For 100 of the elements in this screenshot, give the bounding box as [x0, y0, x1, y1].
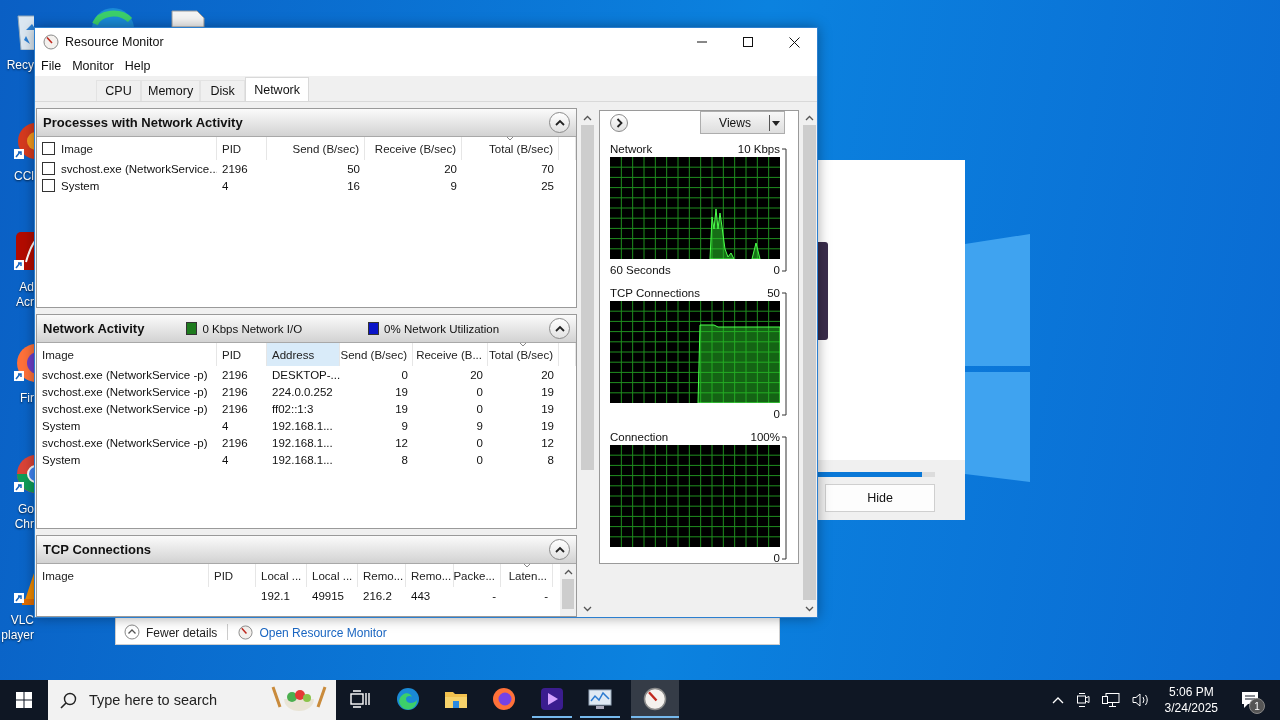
table-cell-text: 8	[400, 452, 409, 468]
table-cell-text: 443	[410, 588, 432, 604]
icon-label: VLC	[10, 613, 34, 628]
window-title: Resource Monitor	[65, 35, 165, 49]
scale-max-label: 10 Kbps	[737, 143, 780, 155]
chevron-up-icon	[554, 546, 565, 553]
table-cell-text: 2196	[221, 367, 249, 383]
scrollbar[interactable]	[801, 110, 817, 617]
table-cell-text: 20	[443, 161, 458, 177]
fewer-details-link[interactable]: Fewer details	[146, 626, 218, 640]
collapse-button[interactable]	[549, 318, 570, 339]
icon-label: CCl	[14, 169, 34, 184]
table-cell-text: 19	[540, 384, 555, 400]
tab[interactable]: Memory	[141, 80, 201, 101]
collapse-button[interactable]	[549, 112, 570, 133]
column-header[interactable]: Packe...	[454, 564, 501, 587]
collapse-button[interactable]	[549, 539, 570, 560]
chevron-up-icon	[1051, 696, 1064, 704]
panel-header[interactable]: Processes with Network Activity	[37, 109, 576, 137]
table-cell-text: System	[41, 418, 82, 434]
menu-item[interactable]: Help	[120, 59, 158, 73]
browser-icon	[396, 687, 420, 711]
table-cell-text: 2196	[221, 161, 249, 177]
checkbox[interactable]	[42, 179, 55, 192]
scale-min-label: 0	[773, 551, 780, 564]
table-cell-text: 192.168.1...	[271, 435, 334, 451]
table-cell-text: 2196	[221, 384, 249, 400]
hide-button[interactable]: Hide	[825, 484, 935, 512]
maximize-icon	[743, 37, 753, 47]
panel-title: TCP Connections	[43, 542, 152, 557]
table-cell-text: 9	[475, 418, 484, 434]
panel-title: Processes with Network Activity	[43, 115, 243, 130]
time-span-label: 60 Seconds	[610, 263, 671, 276]
table-cell-text: 0	[475, 452, 484, 468]
table-cell-text: 12	[540, 435, 555, 451]
gauge-icon	[238, 625, 254, 640]
icon-label: Recy	[6, 58, 34, 73]
column-header[interactable]: Address	[267, 343, 340, 366]
table-cell-text: -	[543, 588, 549, 604]
table-cell-text: svchost.exe (NetworkService -p)	[41, 384, 209, 400]
gauge-icon	[643, 687, 667, 711]
scroll-up-icon[interactable]	[563, 568, 573, 577]
folder-icon	[444, 689, 468, 709]
table-cell-text: 9	[400, 418, 409, 434]
scale-min-label: 0	[773, 407, 780, 420]
table-cell-text: svchost.exe (NetworkService -p)	[41, 435, 209, 451]
scroll-down-icon[interactable]	[582, 604, 592, 613]
scroll-up-icon[interactable]	[804, 114, 814, 123]
monitor-icon	[587, 687, 613, 711]
table-cell-text: 16	[346, 178, 361, 194]
video-app-icon	[540, 687, 564, 711]
table-cell: svchost.exe (NetworkService...	[61, 162, 217, 175]
icon-label: player	[1, 628, 34, 643]
taskbar-app[interactable]	[631, 680, 679, 720]
scale-min-label: 0	[773, 263, 780, 276]
table-cell-text: 49915	[311, 588, 345, 604]
icon-label: Ad	[19, 280, 34, 295]
table-cell-text: 19	[394, 384, 409, 400]
tab[interactable]: Disk	[200, 80, 246, 101]
tab[interactable]: CPU	[96, 80, 141, 101]
shortcut-icon[interactable]	[14, 232, 34, 272]
table-cell-text: System	[41, 452, 82, 468]
column-header[interactable]: Send (B/sec)	[340, 343, 413, 366]
panel-header[interactable]: TCP Connections	[37, 536, 576, 564]
scroll-down-icon[interactable]	[804, 604, 814, 613]
notifications-button[interactable]: 1	[1230, 680, 1270, 720]
open-resource-monitor-link[interactable]: Open Resource Monitor	[259, 626, 387, 640]
search-bar[interactable]: Type here to search	[48, 680, 336, 720]
graph-title: Network	[610, 143, 653, 155]
search-icon	[60, 691, 77, 709]
table-cell-text: 20	[469, 367, 484, 383]
search-field[interactable]: Type here to search	[87, 691, 258, 709]
table-cell-text: 19	[540, 401, 555, 417]
icon-label: Acr	[16, 295, 34, 310]
scrollbar[interactable]	[560, 564, 576, 616]
collapse-circle-icon[interactable]	[124, 624, 140, 640]
scale-max-label: 100%	[750, 431, 780, 443]
table-cell-text: 4	[221, 452, 230, 468]
column-header[interactable]: Total (B/sec)	[488, 343, 559, 366]
scroll-up-icon[interactable]	[582, 114, 592, 123]
table-cell-text: -	[491, 588, 497, 604]
menu-item[interactable]: Monitor	[68, 59, 121, 73]
table-cell-text: ff02::1:3	[271, 401, 315, 417]
chevron-right-icon	[615, 117, 623, 128]
graph-title: TCP Connections	[610, 287, 700, 299]
expand-button[interactable]	[610, 113, 628, 132]
menu-item[interactable]: File	[37, 59, 69, 73]
graph-title: Connection	[610, 431, 669, 443]
checkbox[interactable]	[42, 162, 55, 175]
chevron-up-icon	[554, 325, 565, 332]
clock[interactable]: 5:06 PM 3/24/2025	[1158, 684, 1224, 716]
task-view-icon	[350, 690, 370, 708]
views-button[interactable]: Views	[700, 111, 785, 134]
checkbox[interactable]	[42, 142, 55, 155]
table-cell-text: 0	[475, 401, 484, 417]
tab[interactable]: Network	[245, 77, 309, 101]
legend-label: 0% Network Utilization	[384, 322, 500, 335]
table-cell-text: 0	[400, 367, 409, 383]
panel-header[interactable]: Network Activity 0 Kbps Network I/O 0% Network Utilization	[37, 315, 576, 343]
chevron-up-icon	[554, 119, 565, 126]
